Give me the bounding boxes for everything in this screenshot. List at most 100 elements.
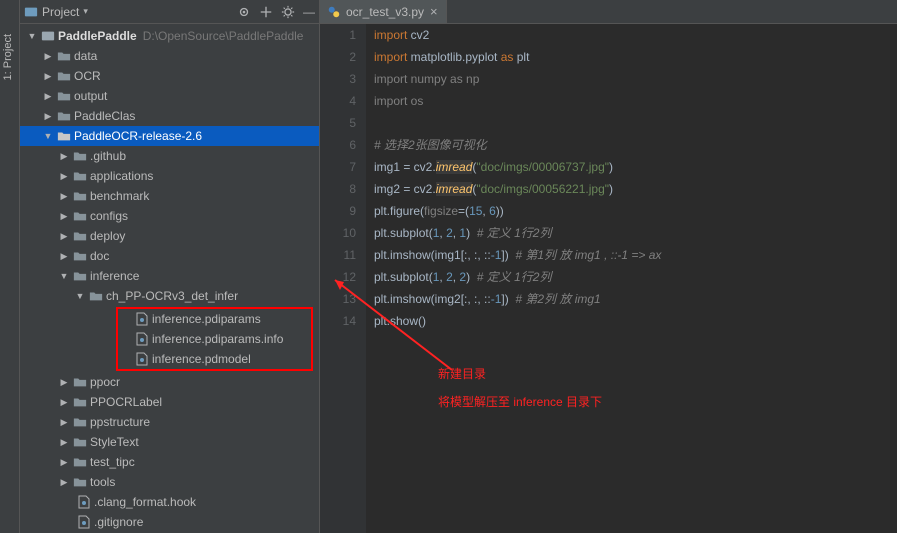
tree-node-infsub[interactable]: ch_PP-OCRv3_det_infer <box>20 286 319 306</box>
node-label: PPOCRLabel <box>90 395 162 409</box>
expand-arrow-icon[interactable] <box>58 396 70 408</box>
tree-node[interactable]: .github <box>20 146 319 166</box>
project-side-tab[interactable]: 1: Project <box>0 0 20 533</box>
project-tree: PaddlePaddle D:\OpenSource\PaddlePaddle … <box>20 24 319 533</box>
expand-arrow-icon[interactable] <box>58 416 70 428</box>
tree-node[interactable]: configs <box>20 206 319 226</box>
panel-title: Project <box>42 5 79 19</box>
code-area: 1234567891011121314 import cv2 import ma… <box>320 24 897 533</box>
expand-arrow-icon[interactable] <box>42 110 54 122</box>
annotation-text: 新建目录 将模型解压至 inference 目录下 <box>438 360 602 416</box>
folder-icon <box>73 269 87 283</box>
line-gutter: 1234567891011121314 <box>320 24 366 533</box>
folder-icon <box>73 249 87 263</box>
tree-file[interactable]: inference.pdiparams.info <box>118 329 311 349</box>
expand-arrow-icon[interactable] <box>58 270 70 282</box>
node-label: test_tipc <box>90 455 135 469</box>
node-label: applications <box>90 169 153 183</box>
file-icon <box>77 495 91 509</box>
node-label: StyleText <box>90 435 139 449</box>
tree-node-paddleocr[interactable]: PaddleOCR-release-2.6 <box>20 126 319 146</box>
tree-node[interactable]: applications <box>20 166 319 186</box>
expand-arrow-icon[interactable] <box>58 150 70 162</box>
tree-node[interactable]: tools <box>20 472 319 492</box>
tree-node[interactable]: benchmark <box>20 186 319 206</box>
tree-node-inference[interactable]: inference <box>20 266 319 286</box>
folder-icon <box>57 129 71 143</box>
line-number: 9 <box>320 200 356 222</box>
collapse-icon[interactable] <box>259 5 273 19</box>
expand-arrow-icon[interactable] <box>58 456 70 468</box>
spacer <box>62 516 74 528</box>
node-label: OCR <box>74 69 101 83</box>
tree-node[interactable]: PaddleClas <box>20 106 319 126</box>
node-label: PaddleOCR-release-2.6 <box>74 129 202 143</box>
file-icon <box>135 332 149 346</box>
expand-arrow-icon[interactable] <box>58 476 70 488</box>
tree-root[interactable]: PaddlePaddle D:\OpenSource\PaddlePaddle <box>20 26 319 46</box>
tree-node[interactable]: OCR <box>20 66 319 86</box>
expand-arrow-icon[interactable] <box>58 376 70 388</box>
panel-title-group[interactable]: Project ▾ <box>24 5 237 19</box>
spacer <box>120 353 132 365</box>
expand-arrow-icon[interactable] <box>42 70 54 82</box>
expand-arrow-icon[interactable] <box>26 30 38 42</box>
file-icon <box>135 352 149 366</box>
tab-title: ocr_test_v3.py <box>346 5 424 19</box>
node-label: .gitignore <box>94 515 143 529</box>
tree-node[interactable]: test_tipc <box>20 452 319 472</box>
node-label: ch_PP-OCRv3_det_infer <box>106 289 238 303</box>
line-number: 8 <box>320 178 356 200</box>
line-number: 1 <box>320 24 356 46</box>
tree-node[interactable]: doc <box>20 246 319 266</box>
tree-file[interactable]: inference.pdmodel <box>118 349 311 369</box>
expand-arrow-icon[interactable] <box>42 130 54 142</box>
tree-file[interactable]: inference.pdiparams <box>118 309 311 329</box>
line-number: 6 <box>320 134 356 156</box>
expand-arrow-icon[interactable] <box>42 90 54 102</box>
expand-arrow-icon[interactable] <box>58 230 70 242</box>
tree-node[interactable]: deploy <box>20 226 319 246</box>
folder-icon <box>73 189 87 203</box>
folder-icon <box>57 69 71 83</box>
line-number: 12 <box>320 266 356 288</box>
node-label: ppstructure <box>90 415 150 429</box>
gear-icon[interactable] <box>281 5 295 19</box>
spacer <box>62 496 74 508</box>
node-label: tools <box>90 475 115 489</box>
expand-arrow-icon[interactable] <box>58 190 70 202</box>
file-icon <box>135 312 149 326</box>
locate-icon[interactable] <box>237 5 251 19</box>
spacer <box>120 313 132 325</box>
node-label: deploy <box>90 229 125 243</box>
node-label: configs <box>90 209 128 223</box>
tree-node[interactable]: data <box>20 46 319 66</box>
expand-arrow-icon[interactable] <box>42 50 54 62</box>
line-number: 7 <box>320 156 356 178</box>
expand-arrow-icon[interactable] <box>74 290 86 302</box>
line-number: 13 <box>320 288 356 310</box>
node-label: inference <box>90 269 139 283</box>
tree-file[interactable]: .clang_format.hook <box>20 492 319 512</box>
expand-arrow-icon[interactable] <box>58 170 70 182</box>
node-label: inference.pdiparams.info <box>152 332 283 346</box>
tree-node[interactable]: StyleText <box>20 432 319 452</box>
tree-node[interactable]: PPOCRLabel <box>20 392 319 412</box>
tree-node[interactable]: ppocr <box>20 372 319 392</box>
node-label: data <box>74 49 97 63</box>
line-number: 4 <box>320 90 356 112</box>
line-number: 14 <box>320 310 356 332</box>
project-panel: Project ▾ — PaddlePaddle D:\OpenSource\P… <box>20 0 320 533</box>
python-file-icon <box>328 6 340 18</box>
tree-node[interactable]: ppstructure <box>20 412 319 432</box>
close-icon[interactable]: × <box>430 4 438 19</box>
tree-file[interactable]: .gitignore <box>20 512 319 532</box>
vertical-tab-label: 1: Project <box>0 30 16 84</box>
editor-tab[interactable]: ocr_test_v3.py × <box>320 0 447 23</box>
tree-node[interactable]: output <box>20 86 319 106</box>
expand-arrow-icon[interactable] <box>58 250 70 262</box>
expand-arrow-icon[interactable] <box>58 436 70 448</box>
hide-icon[interactable]: — <box>303 5 315 19</box>
code-content[interactable]: import cv2 import matplotlib.pyplot as p… <box>366 24 897 533</box>
expand-arrow-icon[interactable] <box>58 210 70 222</box>
